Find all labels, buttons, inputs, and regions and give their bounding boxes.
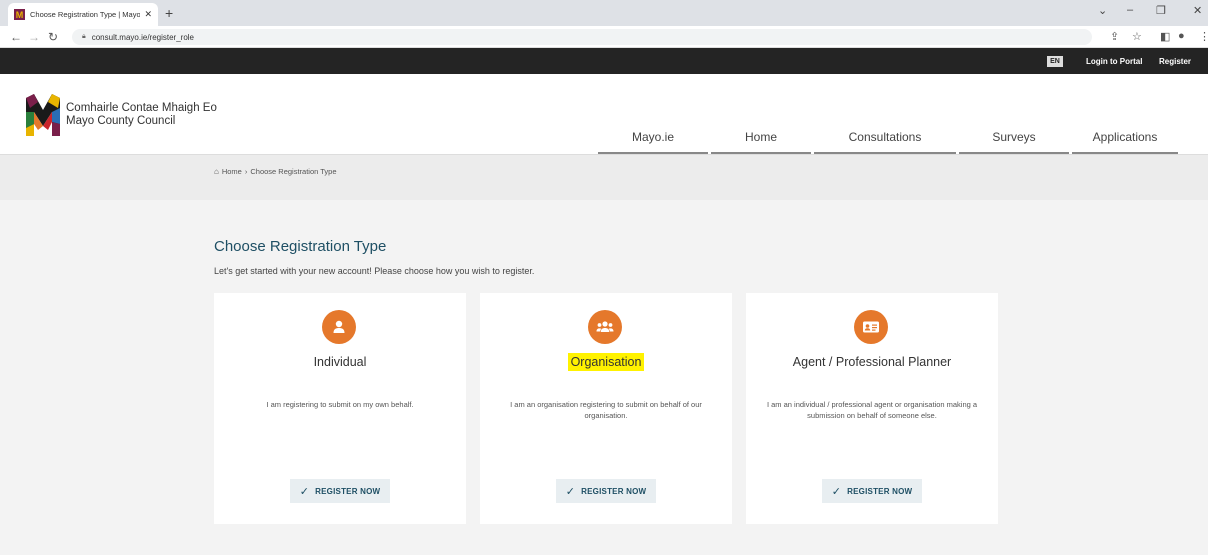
card-title: Organisation <box>480 353 732 371</box>
bookmark-star-icon[interactable]: ☆ <box>1132 30 1142 43</box>
profile-icon[interactable]: ● <box>1178 30 1185 42</box>
id-card-icon <box>854 310 888 344</box>
button-label: REGISTER NOW <box>315 486 381 496</box>
language-selector[interactable]: EN <box>1047 56 1063 67</box>
share-icon[interactable]: ⇪ <box>1110 30 1119 43</box>
breadcrumb-home[interactable]: Home <box>222 167 242 176</box>
card-organisation: Organisation I am an organisation regist… <box>480 293 732 524</box>
page-title: Choose Registration Type <box>214 238 387 255</box>
register-individual-button[interactable]: ✓ REGISTER NOW <box>290 479 390 503</box>
user-icon <box>322 310 356 344</box>
checkmark-icon: ✓ <box>565 485 576 498</box>
breadcrumb-band: ⌂ Home › Choose Registration Type <box>0 154 1208 200</box>
checkmark-icon: ✓ <box>299 485 310 498</box>
tab-close-icon[interactable]: ✕ <box>144 9 152 20</box>
favicon-icon: M <box>14 9 25 20</box>
tab-title: Choose Registration Type | Mayo <box>30 10 141 19</box>
close-window-button[interactable]: ✕ <box>1193 4 1202 17</box>
breadcrumb-separator: › <box>244 167 248 176</box>
lock-icon: 🔒︎ <box>82 33 86 40</box>
card-agent: Agent / Professional Planner I am an ind… <box>746 293 998 524</box>
card-description: I am registering to submit on my own beh… <box>266 400 414 409</box>
browser-tab-bar: M Choose Registration Type | Mayo ✕ + ⌄ … <box>0 0 1208 26</box>
register-agent-button[interactable]: ✓ REGISTER NOW <box>822 479 922 503</box>
nav-surveys[interactable]: Surveys <box>959 126 1069 154</box>
brand-line-english: Mayo County Council <box>66 115 176 127</box>
brand-line-irish: Comhairle Contae Mhaigh Eo <box>66 102 217 114</box>
breadcrumb-current: Choose Registration Type <box>250 167 337 176</box>
mayo-logo-icon[interactable] <box>26 94 60 136</box>
card-individual: Individual I am registering to submit on… <box>214 293 466 524</box>
brand-name: Comhairle Contae Mhaigh Eo Mayo County C… <box>66 102 217 128</box>
back-icon[interactable]: ← <box>10 30 22 44</box>
nav-mayo-ie[interactable]: Mayo.ie <box>598 126 708 154</box>
tab-search-icon[interactable]: ⌄ <box>1098 4 1107 17</box>
url-text: consult.mayo.ie/register_role <box>91 32 195 42</box>
minimize-button[interactable]: – <box>1127 4 1133 16</box>
new-tab-button[interactable]: + <box>165 5 173 21</box>
page-subtitle: Let's get started with your new account!… <box>214 266 535 276</box>
register-organisation-button[interactable]: ✓ REGISTER NOW <box>556 479 656 503</box>
address-bar-row: ← → ↻ 🔒︎ consult.mayo.ie/register_role ⇪… <box>0 26 1208 48</box>
side-panel-icon[interactable]: ◧ <box>1160 30 1170 43</box>
card-description: I am an individual / professional agent … <box>766 400 978 420</box>
nav-applications[interactable]: Applications <box>1072 126 1178 154</box>
menu-icon[interactable]: ⋮ <box>1199 30 1208 43</box>
forward-icon[interactable]: → <box>28 30 40 44</box>
group-icon <box>588 310 622 344</box>
card-title: Agent / Professional Planner <box>792 355 952 369</box>
button-label: REGISTER NOW <box>581 486 647 496</box>
button-label: REGISTER NOW <box>847 486 913 496</box>
site-header: Comhairle Contae Mhaigh Eo Mayo County C… <box>0 74 1208 154</box>
breadcrumb: ⌂ Home › Choose Registration Type <box>214 167 337 176</box>
restore-button[interactable]: ❐ <box>1156 4 1166 17</box>
home-icon: ⌂ <box>214 167 219 176</box>
nav-home[interactable]: Home <box>711 126 811 154</box>
register-link[interactable]: Register <box>1159 57 1191 66</box>
card-description: I am an organisation registering to subm… <box>510 400 702 420</box>
checkmark-icon: ✓ <box>831 485 842 498</box>
main-nav: Mayo.ie Home Consultations Surveys Appli… <box>598 126 1178 154</box>
card-title: Individual <box>313 355 367 369</box>
url-bar[interactable]: 🔒︎ consult.mayo.ie/register_role <box>72 29 1092 45</box>
browser-tab[interactable]: M Choose Registration Type | Mayo ✕ <box>8 3 158 26</box>
reload-icon[interactable]: ↻ <box>48 30 58 44</box>
nav-consultations[interactable]: Consultations <box>814 126 956 154</box>
site-top-bar: EN Login to Portal Register <box>0 48 1208 74</box>
login-link[interactable]: Login to Portal <box>1086 57 1142 66</box>
